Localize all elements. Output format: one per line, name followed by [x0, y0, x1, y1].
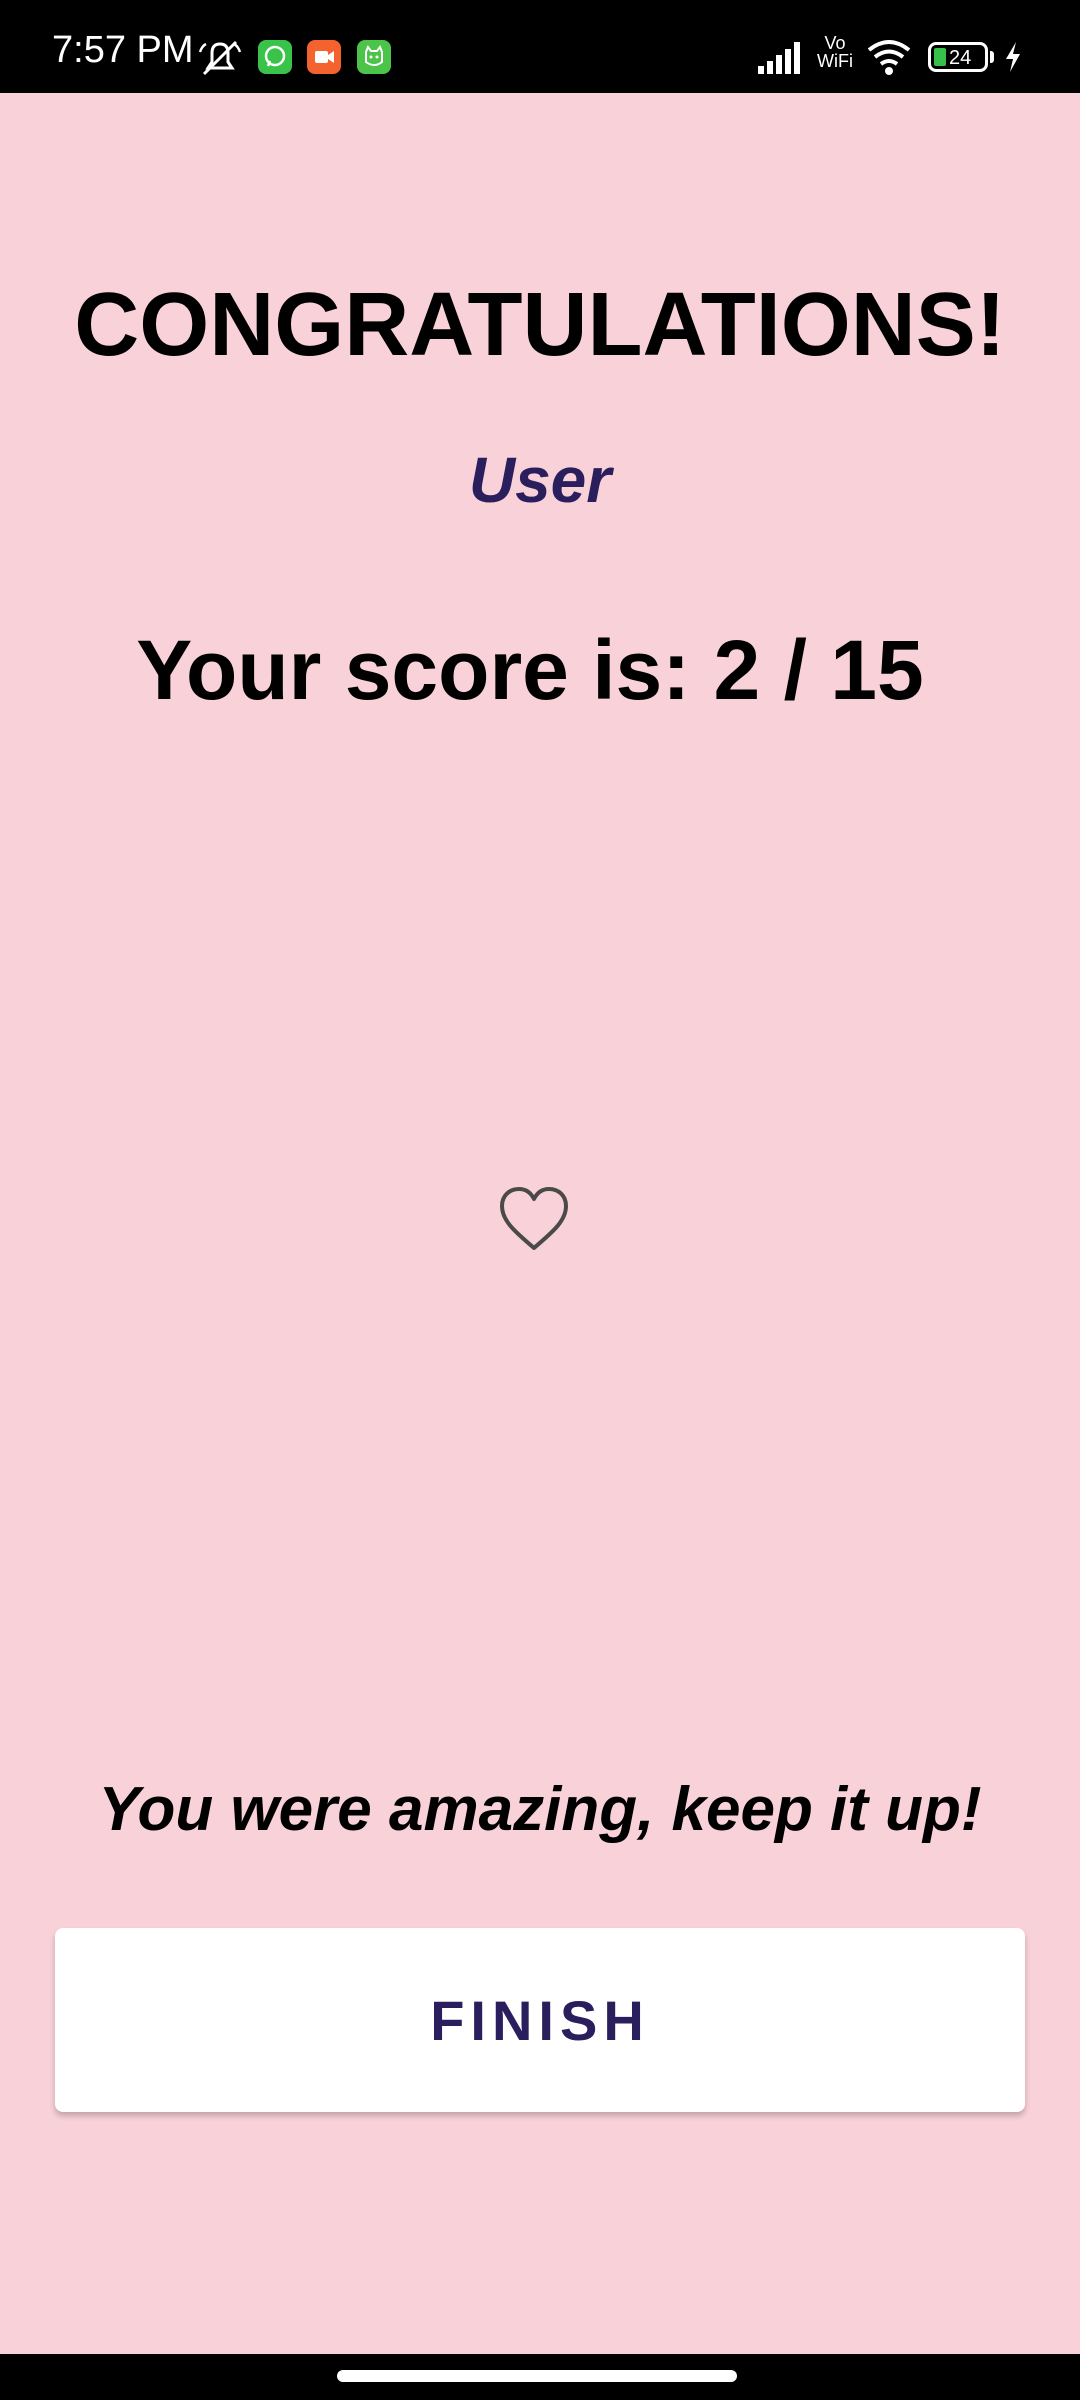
vowifi-icon: Vo WiFi [813, 34, 857, 70]
signal-icon [758, 42, 800, 74]
vowifi-line2: WiFi [817, 51, 853, 71]
navigation-bar [0, 2354, 1080, 2400]
battery-level [934, 48, 946, 66]
vowifi-line1: Vo [824, 33, 846, 53]
mute-icon [198, 40, 242, 76]
home-indicator[interactable] [337, 2370, 737, 2382]
status-bar: 7:57 PM Vo WiFi 24 [0, 0, 1080, 93]
encouragement-message: You were amazing, keep it up! [98, 1775, 982, 1844]
score-text: Your score is: 2 / 15 [136, 623, 924, 717]
battery-icon: 24 [928, 42, 988, 72]
battery-percent: 24 [949, 47, 972, 69]
heart-outline-icon [500, 1187, 568, 1250]
video-app-icon [307, 40, 341, 74]
finish-button[interactable]: FINISH [55, 1928, 1025, 2112]
congratulations-title: CONGRATULATIONS! [74, 275, 1006, 375]
cat-app-icon [357, 40, 391, 74]
status-time: 7:57 PM [52, 29, 194, 71]
wifi-icon [867, 40, 911, 75]
username-label: User [468, 444, 612, 516]
charging-icon [1006, 42, 1020, 72]
battery-tip [990, 51, 994, 63]
whatsapp-icon [258, 40, 292, 74]
